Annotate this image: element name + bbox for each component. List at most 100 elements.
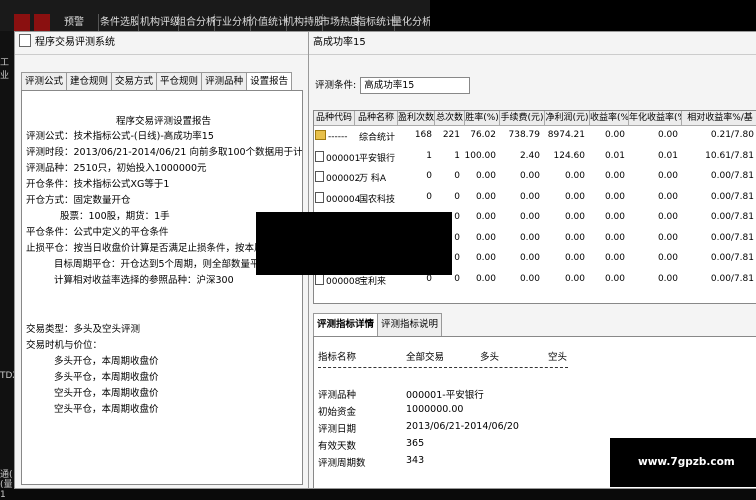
table-cell-fee: 0.00: [519, 191, 540, 202]
table-cell-ret: 0.01: [604, 150, 625, 161]
col-header[interactable]: 手续费(元): [500, 111, 545, 126]
tab-formula[interactable]: 评测公式: [21, 72, 68, 90]
col-header[interactable]: 品种代码: [314, 111, 355, 126]
table-cell-ret: 0.00: [604, 191, 625, 202]
detail-header: 指标名称: [318, 352, 357, 363]
document-icon: [315, 191, 324, 203]
report-line: 评测时段：2013/06/21-2014/06/21 向前多取100个数据用于计…: [26, 147, 303, 158]
detail-label: 评测日期: [318, 424, 357, 435]
table-cell-win: 0: [426, 171, 432, 181]
col-header[interactable]: 净利润(元): [545, 111, 590, 126]
table-cell-annual: 0.01: [657, 150, 678, 161]
table-cell-ret: 0.00: [604, 130, 625, 140]
report-line: 多头平仓，本周期收盘价: [54, 372, 159, 383]
report-line: 开仓条件：技术指标公式XG等于1: [26, 179, 170, 190]
table-cell-ret: 0.00: [604, 212, 625, 222]
table-cell-rel: 0.00/7.81: [710, 171, 754, 181]
detail-header: 多头: [480, 352, 500, 363]
tab-detail[interactable]: 评测指标详情: [313, 313, 379, 336]
toolbar-item[interactable]: 量化分析: [388, 14, 435, 31]
toolbar-item[interactable]: 条件选股: [96, 14, 139, 31]
report-line: 平仓条件：公式中定义的平仓条件: [26, 227, 169, 238]
toolbar-red-icon[interactable]: [14, 14, 30, 31]
report-line: 目标周期平仓：开仓达到5个周期，则全部数量平仓: [54, 259, 270, 270]
tab-open-rules[interactable]: 建仓规则: [66, 72, 113, 90]
watermark: www.7gpzb.com: [610, 438, 756, 487]
table-cell-annual: 0.00: [657, 273, 678, 284]
report-line: 空头平仓，本周期收盘价: [54, 404, 159, 415]
table-cell-fee: 2.40: [519, 150, 540, 161]
col-header[interactable]: 收益率(%): [590, 111, 629, 126]
col-header[interactable]: 相对收益率%/基: [682, 111, 756, 126]
table-cell-rate: 0.00: [475, 273, 496, 284]
strip-label: 工业: [0, 58, 10, 81]
symbol-name: 综合统计: [359, 133, 396, 143]
col-header[interactable]: 年化收益率(%): [629, 111, 682, 126]
condition-field[interactable]: 高成功率15: [360, 77, 471, 94]
table-cell-rel: 0.00/7.81: [710, 191, 754, 202]
tab-trade-mode[interactable]: 交易方式: [111, 72, 158, 90]
dialog-titlebar[interactable]: 程序交易评测系统: [15, 32, 309, 55]
table-cell-profit: 0.00: [564, 191, 585, 202]
report-line: 评测品种：2510只，初始投入1000000元: [26, 163, 207, 174]
document-icon: [315, 150, 324, 162]
report-line: 多头开仓，本周期收盘价: [54, 356, 159, 367]
detail-label: 有效天数: [318, 441, 357, 452]
symbol-name: 宝利来: [359, 276, 387, 287]
table-cell-rel: 10.61/7.81: [705, 150, 754, 161]
table-cell-win: 0: [426, 273, 432, 284]
tab-report[interactable]: 设置报告: [246, 72, 293, 90]
report-line: 评测公式：技术指标公式-(日线)-高成功率15: [26, 131, 214, 142]
table-cell-rate: 0.00: [475, 232, 496, 243]
col-header[interactable]: 总次数: [435, 111, 465, 126]
table-row[interactable]: 000002: [315, 171, 360, 184]
table-cell-win: 1: [426, 150, 432, 161]
document-icon: [315, 171, 324, 182]
table-cell-profit: 0.00: [564, 273, 585, 284]
table-cell-annual: 0.00: [657, 130, 678, 140]
left-chart-strip: 工业 TDX 通( (量1: [0, 31, 19, 500]
symbol-code: 000008: [326, 276, 361, 287]
table-cell-rate: 0.00: [475, 191, 496, 202]
strip-label: (量1: [0, 480, 13, 500]
col-header[interactable]: 盈利次数: [398, 111, 435, 126]
table-row[interactable]: ------: [315, 130, 348, 142]
toolbar-red-icon[interactable]: [34, 14, 50, 31]
top-toolbar: 预警 条件选股 机构评级 组合分析 行业分析 价值统计 机构持股 市场热度 指标…: [0, 0, 435, 32]
table-cell-total: 0: [454, 191, 460, 202]
table-row[interactable]: 000008: [315, 273, 361, 287]
table-cell-ret: 0.00: [604, 232, 625, 243]
table-cell-rate: 76.02: [470, 130, 496, 140]
table-cell-profit: 0.00: [564, 232, 585, 243]
table-cell-profit: 0.00: [564, 253, 585, 263]
detail-value: 2013/06/21-2014/06/20: [406, 421, 519, 432]
table-cell-fee: 0.00: [519, 232, 540, 243]
tab-symbols[interactable]: 评测品种: [201, 72, 248, 90]
col-header[interactable]: 品种名称: [355, 111, 398, 126]
table-row[interactable]: 000001: [315, 150, 360, 164]
app-icon: [19, 34, 31, 47]
table-cell-profit: 0.00: [564, 212, 585, 222]
condition-label: 评测条件:: [315, 80, 357, 91]
table-cell-ret: 0.00: [604, 273, 625, 284]
table-cell-total: 221: [442, 130, 460, 140]
tab-explain[interactable]: 评测指标说明: [377, 313, 443, 337]
tab-close-rules[interactable]: 平仓规则: [156, 72, 203, 90]
dialog-title: 程序交易评测系统: [35, 37, 115, 48]
results-titlebar[interactable]: 高成功率15: [309, 32, 756, 55]
detail-header: 全部交易: [406, 352, 445, 363]
col-header[interactable]: 胜率(%): [465, 111, 500, 126]
report-line: 交易时机与价位：: [26, 340, 103, 351]
table-cell-rate: 100.00: [464, 150, 497, 161]
toolbar-item[interactable]: 预警: [60, 14, 99, 31]
symbol-code: 000004: [326, 194, 361, 205]
table-cell-fee: 0.00: [519, 212, 540, 222]
header-divider: [318, 367, 568, 368]
detail-value: 1000000.00: [406, 404, 464, 415]
table-row[interactable]: 000004: [315, 191, 361, 205]
report-line: 股票：100股，期货：1手: [60, 211, 170, 222]
detail-header: 空头: [548, 352, 568, 363]
table-cell-win: 0: [426, 191, 432, 202]
table-cell-annual: 0.00: [657, 232, 678, 243]
table-cell-profit: 124.60: [553, 150, 586, 161]
